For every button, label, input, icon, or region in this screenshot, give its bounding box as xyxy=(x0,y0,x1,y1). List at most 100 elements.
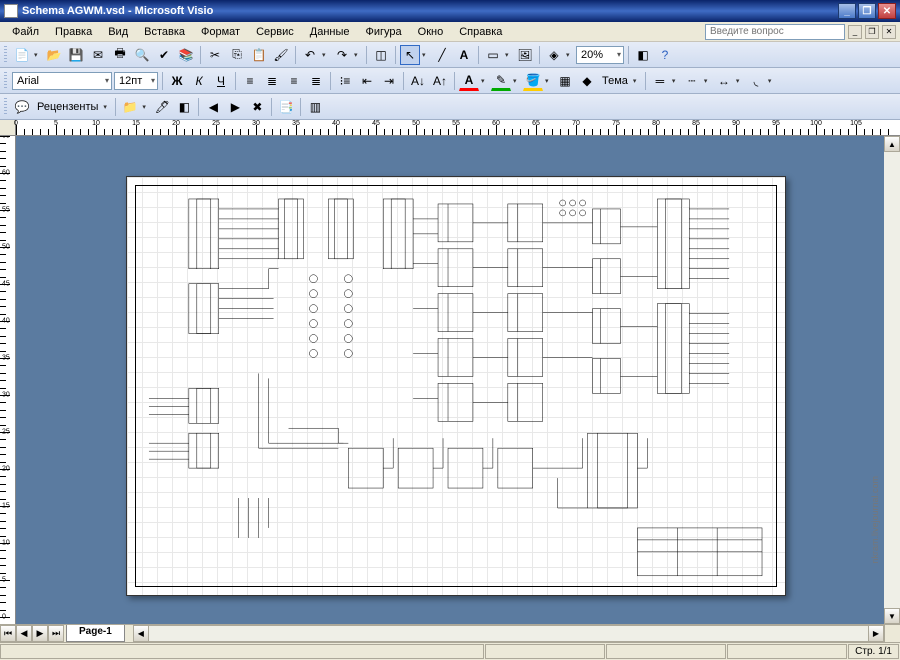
drawing-canvas[interactable]: nkram.livejournal.com xyxy=(16,136,884,624)
maximize-button[interactable]: ❐ xyxy=(858,3,876,19)
scroll-right-button[interactable]: ▶ xyxy=(868,625,884,642)
redo-button[interactable]: ↷ xyxy=(332,45,352,65)
vertical-ruler[interactable]: 65605550454035302520151050 xyxy=(0,136,16,624)
italic-button[interactable]: К xyxy=(189,71,209,91)
decrease-indent-button[interactable]: ⇤ xyxy=(357,71,377,91)
decrease-font-button[interactable]: A↓ xyxy=(408,71,428,91)
tab-first-button[interactable]: ⏮ xyxy=(0,625,16,642)
font-color-dropdown[interactable]: ▾ xyxy=(481,77,489,85)
menu-help[interactable]: Справка xyxy=(451,24,510,40)
scroll-left-button[interactable]: ◀ xyxy=(133,625,149,642)
tab-prev-button[interactable]: ◀ xyxy=(16,625,32,642)
insert-comment-button[interactable]: 💬 xyxy=(12,97,32,117)
align-right-button[interactable]: ≡ xyxy=(284,71,304,91)
markup-dropdown[interactable]: ▾ xyxy=(142,103,150,111)
toolbar-grip[interactable] xyxy=(4,98,7,116)
tab-last-button[interactable]: ⏭ xyxy=(48,625,64,642)
line-color-dropdown[interactable]: ▾ xyxy=(513,77,521,85)
line-color-button[interactable]: ✎ xyxy=(491,71,511,91)
new-dropdown[interactable]: ▾ xyxy=(34,51,42,59)
doc-restore-button[interactable]: ❐ xyxy=(865,25,879,39)
zoom-combo[interactable]: 20% xyxy=(576,46,624,64)
scroll-track-h[interactable] xyxy=(149,625,868,642)
schematic-drawing[interactable] xyxy=(139,189,773,584)
shapes-pane-button[interactable]: ◫ xyxy=(371,45,391,65)
underline-button[interactable]: Ч xyxy=(211,71,231,91)
font-size-combo[interactable]: 12пт xyxy=(114,72,158,90)
theme-dropdown[interactable]: ▾ xyxy=(633,77,641,85)
scroll-down-button[interactable]: ▼ xyxy=(884,608,900,624)
align-justify-button[interactable]: ≣ xyxy=(306,71,326,91)
cut-button[interactable]: ✂ xyxy=(205,45,225,65)
insert-picture-button[interactable]: 🖼 xyxy=(515,45,535,65)
menu-window[interactable]: Окно xyxy=(410,24,452,40)
drawing-explorer-button[interactable]: ◧ xyxy=(633,45,653,65)
reviewing-pane-button[interactable]: ▥ xyxy=(305,97,325,117)
fill-color-button[interactable]: 🪣 xyxy=(523,71,543,91)
align-center-button[interactable]: ≣ xyxy=(262,71,282,91)
help-button[interactable]: ? xyxy=(655,45,675,65)
toolbar-grip[interactable] xyxy=(4,72,7,90)
menu-view[interactable]: Вид xyxy=(100,24,136,40)
menu-insert[interactable]: Вставка xyxy=(136,24,193,40)
line-pattern-dropdown[interactable]: ▾ xyxy=(704,77,712,85)
print-preview-button[interactable]: 🔍 xyxy=(132,45,152,65)
corner-dropdown[interactable]: ▾ xyxy=(768,77,776,85)
paste-button[interactable]: 📋 xyxy=(249,45,269,65)
close-button[interactable]: ✕ xyxy=(878,3,896,19)
menu-format[interactable]: Формат xyxy=(193,24,248,40)
new-button[interactable]: 📄 xyxy=(12,45,32,65)
text-tool-button[interactable]: A xyxy=(454,45,474,65)
font-combo[interactable]: Arial xyxy=(12,72,112,90)
tab-next-button[interactable]: ▶ xyxy=(32,625,48,642)
pointer-dropdown[interactable]: ▾ xyxy=(422,51,430,59)
minimize-button[interactable]: _ xyxy=(838,3,856,19)
doc-close-button[interactable]: ✕ xyxy=(882,25,896,39)
redo-dropdown[interactable]: ▾ xyxy=(354,51,362,59)
bullets-button[interactable]: ⁝≡ xyxy=(335,71,355,91)
align-left-button[interactable]: ≡ xyxy=(240,71,260,91)
line-weight-dropdown[interactable]: ▾ xyxy=(672,77,680,85)
eraser-button[interactable]: ◧ xyxy=(174,97,194,117)
page-tab-1[interactable]: Page-1 xyxy=(66,625,125,642)
reviewers-dropdown[interactable]: ▾ xyxy=(103,103,111,111)
rectangle-dropdown[interactable]: ▾ xyxy=(505,51,513,59)
connection-point-button[interactable]: ◈ xyxy=(544,45,564,65)
font-color-button[interactable]: A xyxy=(459,71,479,91)
show-markup-button[interactable]: 📁 xyxy=(120,97,140,117)
scroll-track-v[interactable] xyxy=(884,152,900,608)
delete-markup-button[interactable]: ✖ xyxy=(247,97,267,117)
menu-edit[interactable]: Правка xyxy=(47,24,100,40)
track-markup-button[interactable]: 📑 xyxy=(276,97,296,117)
horizontal-scrollbar[interactable]: ◀ ▶ xyxy=(133,625,884,642)
line-weight-button[interactable]: ═ xyxy=(650,71,670,91)
bold-button[interactable]: Ж xyxy=(167,71,187,91)
ink-tool-button[interactable]: 🖊 xyxy=(152,97,172,117)
menu-file[interactable]: Файл xyxy=(4,24,47,40)
shadow-button[interactable]: ▦ xyxy=(555,71,575,91)
scroll-up-button[interactable]: ▲ xyxy=(884,136,900,152)
connection-dropdown[interactable]: ▾ xyxy=(566,51,574,59)
connector-tool-button[interactable]: ╱ xyxy=(432,45,452,65)
format-painter-button[interactable]: 🖌 xyxy=(271,45,291,65)
open-button[interactable]: 📂 xyxy=(44,45,64,65)
reviewers-label[interactable]: Рецензенты xyxy=(34,101,101,113)
fill-color-dropdown[interactable]: ▾ xyxy=(545,77,553,85)
pointer-tool-button[interactable]: ↖ xyxy=(400,45,420,65)
line-pattern-button[interactable]: ┄ xyxy=(682,71,702,91)
theme-button[interactable]: ◆ xyxy=(577,71,597,91)
doc-minimize-button[interactable]: _ xyxy=(848,25,862,39)
undo-button[interactable]: ↶ xyxy=(300,45,320,65)
previous-markup-button[interactable]: ◀ xyxy=(203,97,223,117)
email-button[interactable]: ✉ xyxy=(88,45,108,65)
menu-data[interactable]: Данные xyxy=(302,24,358,40)
line-ends-dropdown[interactable]: ▾ xyxy=(736,77,744,85)
spelling-button[interactable]: ✔ xyxy=(154,45,174,65)
menu-tools[interactable]: Сервис xyxy=(248,24,302,40)
save-button[interactable]: 💾 xyxy=(66,45,86,65)
vertical-scrollbar[interactable]: ▲ ▼ xyxy=(884,136,900,624)
line-ends-button[interactable]: ↔ xyxy=(714,71,734,91)
help-search-input[interactable] xyxy=(705,24,845,40)
next-markup-button[interactable]: ▶ xyxy=(225,97,245,117)
corner-rounding-button[interactable]: ◟ xyxy=(746,71,766,91)
